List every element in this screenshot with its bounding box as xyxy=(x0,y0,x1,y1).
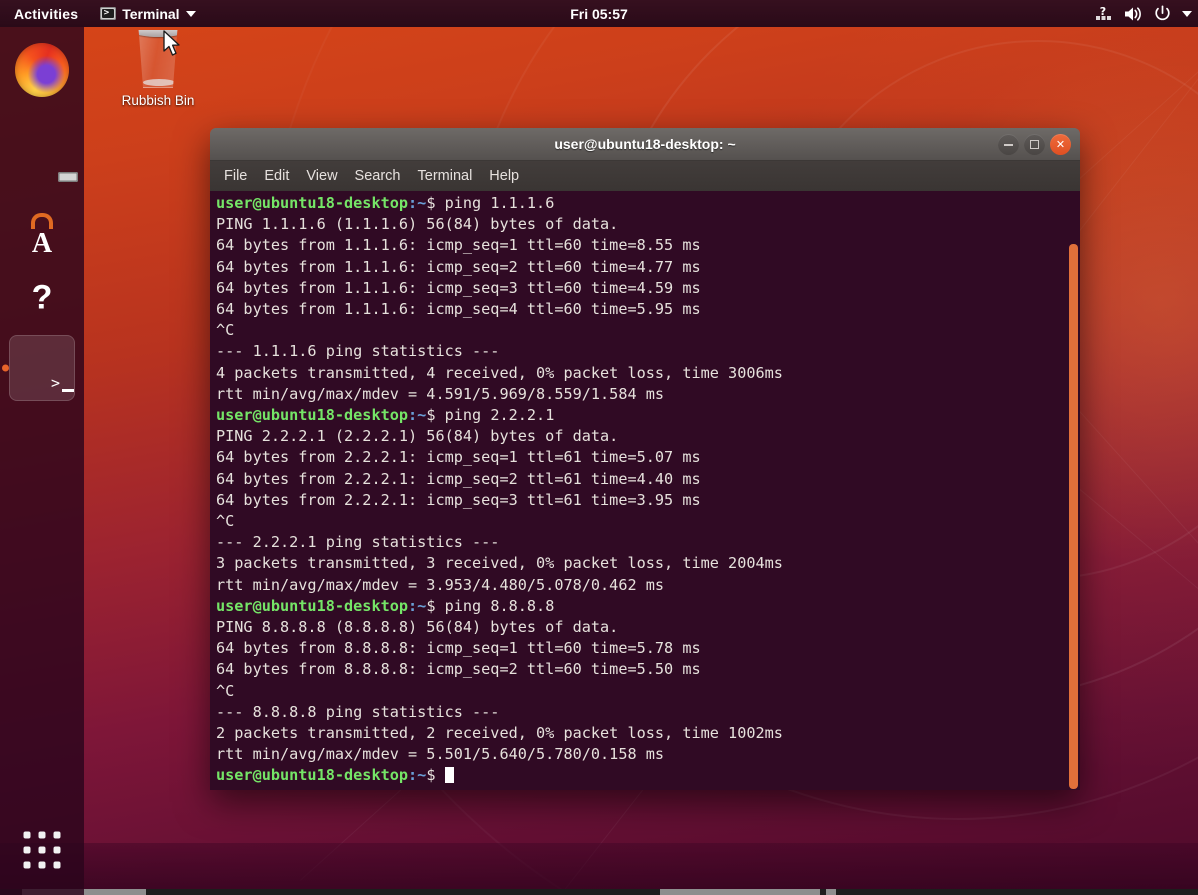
terminal-output-line: --- 1.1.1.6 ping statistics --- xyxy=(213,341,1080,362)
prompt-command: $ xyxy=(426,766,444,784)
menu-file[interactable]: File xyxy=(224,168,247,184)
terminal-output-line: 64 bytes from 1.1.1.6: icmp_seq=3 ttl=60… xyxy=(213,278,1080,299)
activities-button[interactable]: Activities xyxy=(0,6,90,22)
terminal-cursor xyxy=(445,767,454,783)
taskbar-chip[interactable] xyxy=(826,889,836,895)
window-buttons: ✕ xyxy=(998,128,1071,161)
maximize-button[interactable] xyxy=(1024,134,1045,155)
terminal-prompt-line: user@ubuntu18-desktop:~$ ping 8.8.8.8 xyxy=(213,596,1080,617)
window-titlebar[interactable]: user@ubuntu18-desktop: ~ ✕ xyxy=(210,128,1080,161)
dock: A xyxy=(0,27,84,895)
app-menu-button[interactable]: Terminal xyxy=(90,6,205,22)
scrollbar-thumb[interactable] xyxy=(1069,244,1078,789)
mouse-pointer-icon xyxy=(163,30,183,63)
menu-search[interactable]: Search xyxy=(355,168,401,184)
terminal-output-line: 2 packets transmitted, 2 received, 0% pa… xyxy=(213,723,1080,744)
terminal-output-line: 64 bytes from 1.1.1.6: icmp_seq=2 ttl=60… xyxy=(213,257,1080,278)
terminal-output-line: 4 packets transmitted, 4 received, 0% pa… xyxy=(213,363,1080,384)
terminal-scrollbar[interactable] xyxy=(1067,191,1080,790)
prompt-path: :~ xyxy=(408,597,426,615)
terminal-output-line: rtt min/avg/max/mdev = 5.501/5.640/5.780… xyxy=(213,744,1080,765)
terminal-output-line: rtt min/avg/max/mdev = 3.953/4.480/5.078… xyxy=(213,575,1080,596)
terminal-output-line: 3 packets transmitted, 3 received, 0% pa… xyxy=(213,553,1080,574)
dock-item-firefox[interactable] xyxy=(9,37,75,103)
taskbar-chip[interactable] xyxy=(660,889,820,895)
svg-text:?: ? xyxy=(1100,6,1106,18)
desktop-icon-rubbish-bin[interactable]: Rubbish Bin xyxy=(112,30,204,108)
status-area[interactable]: ? xyxy=(1096,5,1192,22)
taskbar-strip xyxy=(0,889,1198,895)
terminal-output-line: 64 bytes from 2.2.2.1: icmp_seq=2 ttl=61… xyxy=(213,469,1080,490)
prompt-path: :~ xyxy=(408,766,426,784)
window-title: user@ubuntu18-desktop: ~ xyxy=(554,136,735,152)
chevron-down-icon xyxy=(186,11,196,17)
network-unknown-icon[interactable]: ? xyxy=(1096,6,1113,21)
prompt-user-host: user@ubuntu18-desktop xyxy=(216,194,408,212)
terminal-output-line: --- 8.8.8.8 ping statistics --- xyxy=(213,702,1080,723)
terminal-output-line: PING 8.8.8.8 (8.8.8.8) 56(84) bytes of d… xyxy=(213,617,1080,638)
volume-icon[interactable] xyxy=(1124,6,1143,22)
menu-bar: File Edit View Search Terminal Help xyxy=(210,161,1080,191)
terminal-output-line: 64 bytes from 1.1.1.6: icmp_seq=4 ttl=60… xyxy=(213,299,1080,320)
terminal-output-line: 64 bytes from 2.2.2.1: icmp_seq=3 ttl=61… xyxy=(213,490,1080,511)
terminal-body[interactable]: user@ubuntu18-desktop:~$ ping 1.1.1.6PIN… xyxy=(210,191,1080,790)
prompt-path: :~ xyxy=(408,194,426,212)
running-indicator-dot xyxy=(2,365,9,372)
terminal-output-line: PING 1.1.1.6 (1.1.1.6) 56(84) bytes of d… xyxy=(213,214,1080,235)
desktop-bottom-band xyxy=(0,843,1198,895)
grid-icon xyxy=(24,832,61,869)
system-menu-chevron-icon[interactable] xyxy=(1182,11,1192,17)
minimize-button[interactable] xyxy=(998,134,1019,155)
prompt-user-host: user@ubuntu18-desktop xyxy=(216,406,408,424)
prompt-command: $ ping 2.2.2.1 xyxy=(426,406,554,424)
terminal-output-line: 64 bytes from 8.8.8.8: icmp_seq=2 ttl=60… xyxy=(213,659,1080,680)
terminal-window[interactable]: user@ubuntu18-desktop: ~ ✕ File Edit Vie… xyxy=(210,128,1080,790)
top-bar: Activities Terminal Fri 05:57 ? xyxy=(0,0,1198,27)
terminal-output-line: ^C xyxy=(213,511,1080,532)
dock-item-ubuntu-software[interactable]: A xyxy=(9,189,75,255)
desktop-icon-label: Rubbish Bin xyxy=(122,93,195,108)
terminal-output-line: --- 2.2.2.1 ping statistics --- xyxy=(213,532,1080,553)
terminal-output-line: ^C xyxy=(213,681,1080,702)
prompt-command: $ ping 8.8.8.8 xyxy=(426,597,554,615)
menu-terminal[interactable]: Terminal xyxy=(418,168,473,184)
dock-item-help[interactable] xyxy=(9,265,75,331)
terminal-icon xyxy=(100,7,116,20)
terminal-output-line: ^C xyxy=(213,320,1080,341)
terminal-output-line: 64 bytes from 8.8.8.8: icmp_seq=1 ttl=60… xyxy=(213,638,1080,659)
dock-item-terminal[interactable] xyxy=(9,335,75,401)
dock-item-files[interactable] xyxy=(9,113,75,179)
prompt-command: $ ping 1.1.1.6 xyxy=(426,194,554,212)
terminal-output-line: PING 2.2.2.1 (2.2.2.1) 56(84) bytes of d… xyxy=(213,426,1080,447)
menu-view[interactable]: View xyxy=(306,168,337,184)
menu-help[interactable]: Help xyxy=(489,168,519,184)
close-button[interactable]: ✕ xyxy=(1050,134,1071,155)
prompt-user-host: user@ubuntu18-desktop xyxy=(216,766,408,784)
app-menu-label: Terminal xyxy=(122,6,179,22)
show-applications-button[interactable] xyxy=(9,817,75,883)
terminal-output-line: 64 bytes from 1.1.1.6: icmp_seq=1 ttl=60… xyxy=(213,235,1080,256)
terminal-prompt-line: user@ubuntu18-desktop:~$ xyxy=(213,765,1080,786)
prompt-path: :~ xyxy=(408,406,426,424)
terminal-output-line: 64 bytes from 2.2.2.1: icmp_seq=1 ttl=61… xyxy=(213,447,1080,468)
terminal-output[interactable]: user@ubuntu18-desktop:~$ ping 1.1.1.6PIN… xyxy=(210,191,1080,787)
clock[interactable]: Fri 05:57 xyxy=(570,6,628,22)
terminal-output-line: rtt min/avg/max/mdev = 4.591/5.969/8.559… xyxy=(213,384,1080,405)
power-icon[interactable] xyxy=(1154,5,1171,22)
terminal-prompt-line: user@ubuntu18-desktop:~$ ping 1.1.1.6 xyxy=(213,193,1080,214)
menu-edit[interactable]: Edit xyxy=(264,168,289,184)
terminal-prompt-line: user@ubuntu18-desktop:~$ ping 2.2.2.1 xyxy=(213,405,1080,426)
prompt-user-host: user@ubuntu18-desktop xyxy=(216,597,408,615)
firefox-icon xyxy=(15,43,69,97)
